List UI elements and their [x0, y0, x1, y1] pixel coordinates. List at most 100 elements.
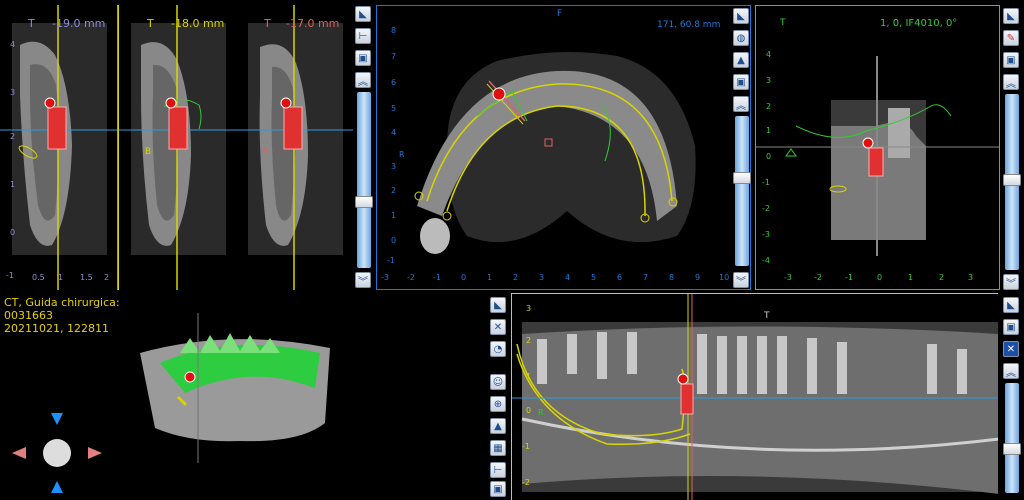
cs3-sub: B [262, 147, 269, 157]
cs2-sub: B [145, 147, 152, 157]
3d-view-pane[interactable]: CT, Guida chirurgica: 0031663 20211021, … [0, 293, 485, 500]
axial-slider-thumb[interactable] [733, 172, 751, 184]
axis-tick: -1 [522, 442, 530, 451]
rotate-view-icon[interactable]: ◣ [1003, 297, 1019, 313]
cs2-value: -18.0 mm [171, 17, 225, 30]
axis-tick: 5 [591, 273, 597, 282]
axis-tick: 10 [719, 273, 730, 282]
axis-tick: 9 [695, 273, 701, 282]
snapshot-icon[interactable]: ▣ [1003, 319, 1019, 335]
axis-tick: 0 [877, 273, 883, 282]
nerve-icon[interactable]: ✕ [490, 319, 506, 335]
axis-tick: 3 [968, 273, 974, 282]
tangential-toolbar: ◣ ✎ ▣ ︽ ︾ [1003, 8, 1021, 290]
cross-section-toolbar: ◣ ⊢ ▣ ︽ ︾ [355, 6, 373, 290]
axis-tick: -1 [762, 178, 770, 187]
axis-tick: -2 [762, 204, 770, 213]
axial-image [414, 52, 696, 254]
cross-icon[interactable]: ✕ [1003, 341, 1019, 357]
edit-icon[interactable]: ✎ [1003, 30, 1019, 46]
axis-tick: 7 [391, 52, 397, 61]
axis-tick: 4 [565, 273, 571, 282]
pano-top-label: T [764, 311, 770, 321]
scroll-up-icon[interactable]: ︽ [355, 72, 371, 88]
rotate-view-icon[interactable]: ◣ [733, 8, 749, 24]
axis-tick: 4 [766, 50, 772, 59]
face-icon[interactable]: ☺ [490, 374, 506, 390]
axis-tick: 7 [643, 273, 649, 282]
scroll-up-icon[interactable]: ︽ [1003, 363, 1019, 379]
axis-tick: 1 [526, 372, 532, 381]
cross-section-pane-3[interactable]: T -17.0 mm B [236, 5, 353, 290]
axis-tick: 0 [461, 273, 467, 282]
axis-tick: 2 [391, 186, 397, 195]
scan-info-line1: CT, Guida chirurgica: [4, 296, 120, 309]
slice-slider-thumb[interactable] [355, 196, 373, 208]
measure-icon[interactable]: ⊢ [490, 462, 506, 478]
panoramic-slider-thumb[interactable] [1003, 443, 1021, 455]
axis-tick: 6 [617, 273, 623, 282]
axis-tick: 3 [391, 162, 397, 171]
snapshot-icon[interactable]: ▣ [733, 74, 749, 90]
panoramic-image [512, 294, 998, 500]
axis-tick: -2 [407, 273, 415, 282]
tangential-label: T [780, 18, 786, 28]
implant-icon[interactable]: ▲ [490, 418, 506, 434]
scroll-up-icon[interactable]: ︽ [1003, 74, 1019, 90]
scroll-down-icon[interactable]: ︾ [1003, 274, 1019, 290]
cross-section-pane-1[interactable]: T -19.0 mm 4 3 2 1 0 -1 0.5 1 1.5 2 [0, 5, 118, 290]
sphere-icon[interactable]: ◍ [733, 30, 749, 46]
cs1-label: T [28, 17, 35, 30]
axis-tick: 1 [10, 180, 16, 189]
axis-tick: 0 [526, 406, 532, 415]
grid-icon[interactable]: ▦ [490, 440, 506, 456]
rotate-view-icon[interactable]: ◣ [490, 297, 506, 313]
measure-icon[interactable]: ⊢ [355, 28, 371, 44]
snapshot-icon[interactable]: ▣ [490, 481, 506, 497]
axis-tick: 3 [10, 88, 16, 97]
panoramic-slider[interactable] [1005, 383, 1019, 493]
scroll-down-icon[interactable]: ︾ [733, 272, 749, 288]
axis-tick: -2 [522, 478, 530, 487]
axis-tick: 2 [513, 273, 519, 282]
cs3-label: T [264, 17, 271, 30]
snapshot-icon[interactable]: ▣ [1003, 52, 1019, 68]
rotate-view-icon[interactable]: ◣ [1003, 8, 1019, 24]
tangential-view-pane[interactable]: T 1, 0, IF4010, 0° -3 -2 -1 0 1 2 3 4 3 … [755, 5, 1000, 290]
axis-tick: 6 [391, 78, 397, 87]
axis-tick: 1.5 [80, 273, 93, 282]
implant-icon[interactable]: ▲ [733, 52, 749, 68]
panoramic-right-toolbar: ◣ ▣ ✕ ︽ [1003, 297, 1021, 497]
axis-tick: -3 [784, 273, 792, 282]
axis-tick: 2 [104, 273, 110, 282]
axis-tick: -1 [6, 271, 14, 280]
scroll-up-icon[interactable]: ︽ [733, 96, 749, 112]
tangential-slider-thumb[interactable] [1003, 174, 1021, 186]
slice-slider[interactable] [357, 92, 371, 268]
axis-tick: 3 [766, 76, 772, 85]
tooth-icon[interactable]: ◔ [490, 341, 506, 357]
tangential-image [756, 56, 999, 256]
rotate-view-icon[interactable]: ◣ [355, 6, 371, 22]
axis-tick: -4 [762, 256, 770, 265]
axis-tick: 1 [766, 126, 772, 135]
axial-slider[interactable] [735, 116, 749, 266]
axis-tick: 0 [766, 152, 772, 161]
axis-tick: -1 [433, 273, 441, 282]
axis-tick: 2 [10, 132, 16, 141]
scan-info-line2: 0031663 [4, 309, 53, 322]
axis-tick: 2 [939, 273, 945, 282]
axis-tick: 0 [391, 236, 397, 245]
panoramic-view-pane[interactable]: T R 3 2 1 0 -1 -2 [511, 293, 998, 500]
snapshot-icon[interactable]: ▣ [355, 50, 371, 66]
axis-tick: 2 [766, 102, 772, 111]
panoramic-toolbar: ◣ ✕ ◔ ☺ ⊕ ▲ ▦ ⊢ ▣ [490, 297, 508, 497]
crosshair-icon[interactable]: ⊕ [490, 396, 506, 412]
axis-tick: 1 [908, 273, 914, 282]
ct-image-1 [0, 5, 117, 290]
axis-tick: -3 [762, 230, 770, 239]
cross-section-pane-2[interactable]: T -18.0 mm B [118, 5, 237, 290]
scroll-down-icon[interactable]: ︾ [355, 272, 371, 288]
axial-toolbar: ◣ ◍ ▲ ▣ ︽ ︾ [733, 8, 751, 290]
axial-view-pane[interactable]: F 171, 60.8 mm R -3 -2 -1 0 1 2 3 4 5 6 … [376, 5, 751, 290]
